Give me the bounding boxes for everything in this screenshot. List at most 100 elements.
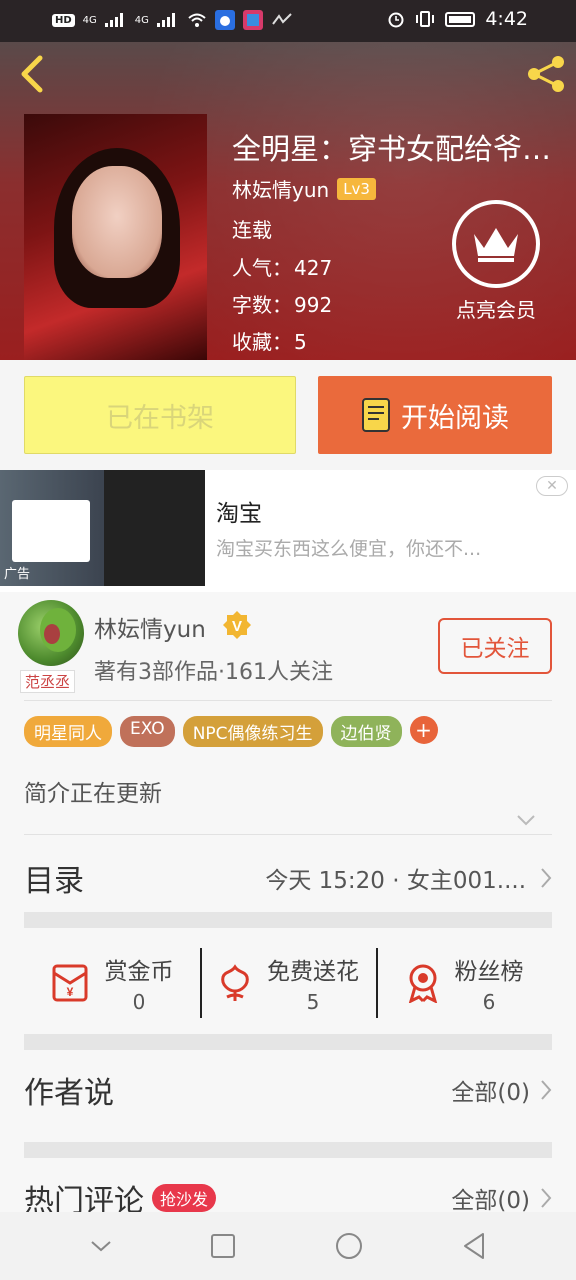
chevron-down-icon[interactable] <box>516 814 536 826</box>
vip-button[interactable]: 点亮会员 <box>448 200 544 323</box>
net-label-1: 4G <box>82 14 97 26</box>
recents-icon[interactable] <box>210 1233 236 1259</box>
latest-chapter: 今天 15:20 · 女主001.... <box>265 868 526 894</box>
author-says-all[interactable]: 全部(0) <box>451 1073 552 1107</box>
app-icon <box>242 10 263 30</box>
back-icon[interactable] <box>14 52 50 96</box>
avatar[interactable] <box>18 600 84 666</box>
vip-label: 点亮会员 <box>456 298 536 322</box>
clock: 4:42 <box>485 8 528 30</box>
crown-icon <box>452 200 540 288</box>
free-flowers-label: 免费送花 <box>267 959 359 985</box>
author-says-count: 全部(0) <box>451 1080 530 1106</box>
coin-envelope-icon: ¥ <box>52 964 87 1002</box>
book-title: 全明星：穿书女配给爷… <box>232 132 552 166</box>
battery-icon <box>445 11 476 27</box>
flower-icon <box>221 964 249 1001</box>
author-row[interactable]: 林妘情yun Lv3 <box>232 174 376 203</box>
fan-ranking-value: 6 <box>482 990 496 1014</box>
fan-ranking[interactable]: 粉丝榜 6 <box>376 938 552 1028</box>
tag-item[interactable]: NPC偶像练习生 <box>182 716 323 747</box>
ad-dark-panel <box>104 470 205 586</box>
system-nav-bar <box>0 1212 576 1280</box>
status-right: 4:42 <box>387 8 528 30</box>
section-separator <box>24 1142 552 1158</box>
start-reading-label: 开始阅读 <box>401 402 509 434</box>
add-tag-icon[interactable]: + <box>409 716 438 744</box>
favorites-value: 5 <box>294 330 307 354</box>
avatar-tag: 范丞丞 <box>20 670 76 693</box>
level-badge: Lv3 <box>337 177 376 200</box>
signal-icon <box>104 13 127 27</box>
popularity-value: 427 <box>294 256 333 280</box>
book-header: 全明星：穿书女配给爷… 林妘情yun Lv3 连载 人气： 427 字数： 992 … <box>0 42 576 360</box>
reward-coins[interactable]: ¥ 赏金币 0 <box>24 938 200 1028</box>
chevron-right-icon <box>541 1188 552 1208</box>
section-separator <box>24 1034 552 1050</box>
svg-text:¥: ¥ <box>66 985 73 999</box>
popularity-label: 人气： <box>232 256 292 280</box>
toc-label: 目录 <box>24 864 84 899</box>
start-reading-button[interactable]: 开始阅读 <box>318 376 552 454</box>
tag-item[interactable]: EXO <box>120 716 175 747</box>
table-of-contents-row[interactable]: 目录 今天 15:20 · 女主001.... <box>24 848 552 908</box>
verified-icon: V <box>223 611 251 639</box>
free-flowers[interactable]: 免费送花 5 <box>200 938 376 1028</box>
status-left: HD 4G 4G <box>52 10 293 30</box>
intro-text: 简介正在更新 <box>24 781 162 807</box>
share-icon[interactable] <box>524 54 568 94</box>
signal-icon <box>156 13 179 27</box>
medal-icon <box>408 964 437 1003</box>
on-shelf-button[interactable]: 已在书架 <box>24 376 296 454</box>
book-cover[interactable] <box>24 114 207 360</box>
action-bar: 已在书架 开始阅读 <box>0 360 576 470</box>
chevron-right-icon <box>541 868 552 888</box>
net-label-2: 4G <box>134 14 149 26</box>
stats-row: ¥ 赏金币 0 免费送花 5 粉丝榜 6 <box>24 938 552 1028</box>
back-nav-icon[interactable] <box>461 1232 487 1260</box>
reward-coins-label: 赏金币 <box>104 959 174 985</box>
baidu-app-icon <box>214 10 235 30</box>
home-icon[interactable] <box>334 1231 364 1261</box>
favorites-label: 收藏： <box>232 330 292 354</box>
reward-coins-value: 0 <box>132 990 146 1014</box>
vibrate-icon <box>416 11 435 27</box>
author-section: 范丞丞 林妘情yun V 著有3部作品·161人关注 已关注 明星同人 EXO … <box>0 592 576 1219</box>
cover-art-face <box>72 166 162 278</box>
tag-item[interactable]: 明星同人 <box>24 716 112 747</box>
ad-title[interactable]: 淘宝 <box>216 494 262 528</box>
toc-latest: 今天 15:20 · 女主001.... <box>265 861 552 895</box>
free-flowers-value: 5 <box>306 990 320 1014</box>
author-says-label: 作者说 <box>24 1076 114 1111</box>
ad-close-button[interactable]: ✕ <box>536 476 568 496</box>
divider <box>24 700 552 701</box>
ad-image[interactable]: 广告 <box>0 470 205 586</box>
collapse-icon[interactable] <box>89 1238 113 1254</box>
book-icon <box>362 398 390 432</box>
words-value: 992 <box>294 293 333 317</box>
popularity: 人气： 427 <box>232 252 332 281</box>
serial-status: 连载 <box>232 218 272 242</box>
word-count: 字数： 992 <box>232 289 332 318</box>
notification-icon <box>272 13 292 25</box>
grab-sofa-badge: 抢沙发 <box>152 1184 217 1212</box>
ad-banner[interactable]: 广告 淘宝 淘宝买东西这么便宜，你还不... ✕ <box>0 470 576 592</box>
hot-comments-all[interactable]: 全部(0) <box>451 1181 552 1215</box>
hot-comments-count: 全部(0) <box>451 1188 530 1214</box>
svg-text:V: V <box>232 618 242 635</box>
ad-description[interactable]: 淘宝买东西这么便宜，你还不... <box>216 534 481 561</box>
author-name[interactable]: 林妘情yun <box>94 610 206 644</box>
divider <box>24 834 552 835</box>
tag-item[interactable]: 边伯贤 <box>330 716 402 747</box>
follow-button[interactable]: 已关注 <box>438 618 552 674</box>
favorites: 收藏： 5 <box>232 326 307 355</box>
fan-ranking-label: 粉丝榜 <box>454 959 524 985</box>
words-label: 字数： <box>232 293 292 317</box>
author-stats: 著有3部作品·161人关注 <box>94 660 333 685</box>
book-author[interactable]: 林妘情yun <box>232 174 329 203</box>
alarm-icon <box>388 12 404 28</box>
hd-badge: HD <box>52 13 75 27</box>
author-says-row[interactable]: 作者说 全部(0) <box>24 1060 552 1120</box>
ad-tag: 广告 <box>4 567 31 582</box>
ad-card-art <box>12 500 90 562</box>
